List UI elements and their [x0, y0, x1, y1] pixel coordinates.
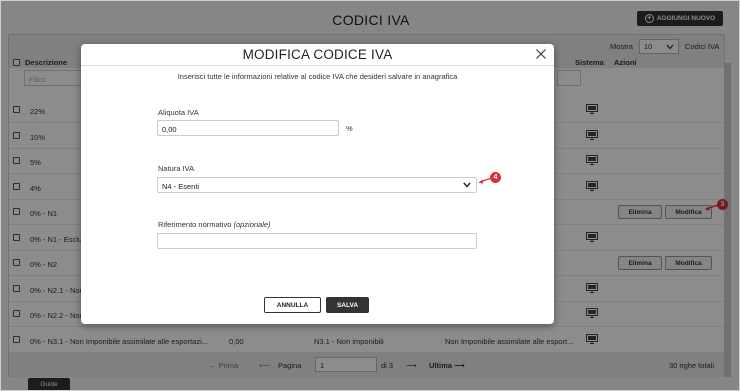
codici-iva-page: CODICI IVA + AGGIUNGI NUOVO Mostra 10 Co…: [0, 0, 740, 391]
reference-input[interactable]: [157, 233, 477, 249]
rate-label: Aliquota IVA: [158, 108, 199, 117]
chevron-down-icon: [463, 182, 471, 188]
reference-optional: (opzionale): [233, 220, 271, 229]
close-icon[interactable]: [535, 48, 547, 60]
nature-select[interactable]: N4 - Esenti: [157, 177, 477, 193]
save-button[interactable]: SALVA: [326, 297, 369, 313]
reference-label: Riferimento normativo (opzionale): [158, 220, 271, 229]
rate-unit: %: [346, 124, 353, 133]
rate-input[interactable]: 0,00: [157, 120, 339, 136]
nature-value: N4 - Esenti: [162, 182, 200, 191]
dialog-title: MODIFICA CODICE IVA: [242, 47, 393, 62]
reference-label-text: Riferimento normativo: [158, 220, 232, 229]
arrow-icon: [478, 177, 491, 184]
cancel-button[interactable]: ANNULLA: [264, 297, 321, 313]
dialog-intro: Inserisci tutte le informazioni relative…: [177, 72, 458, 81]
marker-nature: 4: [490, 172, 501, 183]
nature-label: Natura IVA: [158, 164, 195, 173]
dialog-divider: [81, 65, 554, 66]
edit-vat-code-dialog: MODIFICA CODICE IVA Inserisci tutte le i…: [81, 44, 554, 324]
